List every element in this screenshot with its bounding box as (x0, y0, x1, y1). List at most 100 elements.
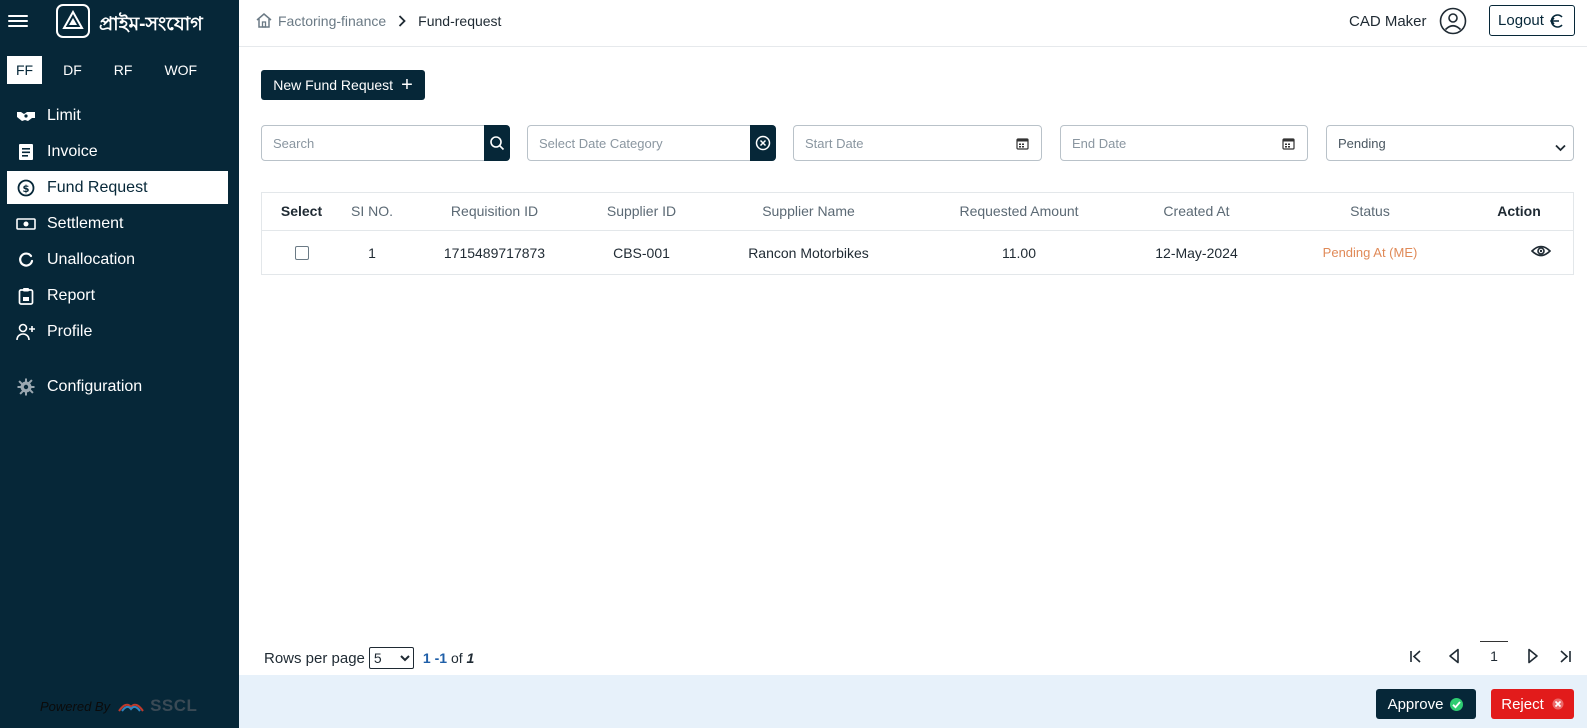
calendar-icon[interactable] (1282, 137, 1295, 155)
col-requested-amount: Requested Amount (920, 193, 1118, 231)
calendar-icon[interactable] (1016, 137, 1029, 155)
date-category-input[interactable] (528, 126, 750, 160)
cell-sl-no: 1 (368, 244, 376, 261)
sidebar-item-settlement[interactable]: Settlement (7, 207, 228, 240)
col-requisition-id: Requisition ID (403, 193, 586, 231)
table-header-row: Select SI NO. Requisition ID Supplier ID… (262, 193, 1573, 231)
table-row: 1 1715489717873 CBS-001 Rancon Motorbike… (262, 230, 1573, 275)
sidebar-item-label: Profile (47, 322, 93, 340)
sidebar-item-report[interactable]: Report (7, 279, 228, 312)
rows-per-page-select[interactable]: 5 (368, 647, 414, 669)
logout-icon (1549, 13, 1563, 28)
tab-df[interactable]: DF (54, 56, 91, 84)
clear-date-category-button[interactable] (750, 125, 776, 161)
app-logo-text: প্রাইম-সংযোগ (99, 14, 203, 35)
col-select: Select (262, 193, 341, 231)
hamburger-menu-icon[interactable] (8, 12, 28, 30)
search-button[interactable] (484, 125, 510, 161)
range-start: 1 (422, 650, 431, 666)
range-end: -1 (434, 650, 448, 666)
sidebar-item-label: Unallocation (47, 250, 136, 268)
cell-requested-amount: 11.00 (1002, 244, 1036, 261)
cash-icon (15, 214, 37, 234)
document-icon (15, 142, 37, 162)
check-badge-icon (1449, 697, 1464, 712)
sscl-logo-icon (118, 699, 144, 713)
logout-button[interactable]: Logout (1489, 5, 1575, 36)
new-fund-request-button[interactable]: New Fund Request + (261, 70, 425, 100)
top-bar: Factoring-finance Fund-request CAD Maker… (239, 0, 1587, 47)
col-supplier-id: Supplier ID (586, 193, 697, 231)
breadcrumb-root[interactable]: Factoring-finance (255, 12, 386, 29)
clipboard-icon (15, 286, 37, 306)
cell-status: Pending At (ME) (1322, 245, 1418, 261)
reject-label: Reject (1501, 695, 1544, 713)
powered-by-label: Powered By (40, 698, 111, 714)
sidebar-item-configuration[interactable]: Configuration (7, 370, 228, 403)
sidebar-item-unallocation[interactable]: Unallocation (7, 243, 228, 276)
approve-button[interactable]: Approve (1376, 689, 1476, 719)
sidebar-item-label: Fund Request (47, 178, 148, 196)
sidebar-item-label: Report (47, 286, 96, 304)
sidebar-item-profile[interactable]: Profile (7, 315, 228, 348)
money-circle-icon: $ (15, 178, 37, 198)
end-date-field (1060, 125, 1308, 161)
tab-ff[interactable]: FF (7, 56, 43, 84)
col-supplier-name: Supplier Name (697, 193, 920, 231)
first-page-icon[interactable] (1403, 641, 1427, 671)
sidebar-item-fund-request[interactable]: $ Fund Request (7, 171, 228, 204)
rows-per-page-label: Rows per page (264, 649, 365, 667)
status-select[interactable]: Pending (1327, 126, 1573, 160)
handshake-icon (15, 106, 37, 126)
current-page[interactable]: 1 (1480, 641, 1508, 669)
row-select-checkbox[interactable] (294, 246, 309, 261)
view-eye-icon[interactable] (1531, 244, 1551, 258)
app-root: প্রাইম-সংযোগ FF DF RF WOF Limit Invoice (0, 0, 1587, 728)
breadcrumb-root-label: Factoring-finance (278, 12, 387, 29)
circle-icon (15, 250, 37, 270)
search-icon (490, 136, 505, 151)
last-page-icon[interactable] (1553, 641, 1577, 671)
breadcrumb: Factoring-finance Fund-request (255, 12, 501, 29)
search-field (261, 125, 510, 161)
powered-brand: SSCL (150, 696, 198, 715)
close-badge-icon (1552, 698, 1564, 710)
status-filter: Pending (1326, 125, 1574, 161)
col-action: Action (1465, 193, 1573, 231)
sidebar-item-label: Limit (47, 106, 81, 124)
range-total: 1 (466, 650, 475, 666)
range-of-label: of (450, 650, 463, 666)
home-icon (255, 12, 273, 29)
start-date-input[interactable] (794, 126, 1004, 160)
tab-wof[interactable]: WOF (155, 56, 206, 84)
cell-supplier-id: CBS-001 (613, 244, 670, 261)
tab-rf[interactable]: RF (105, 56, 142, 84)
reject-button[interactable]: Reject (1491, 689, 1574, 719)
start-date-field (793, 125, 1042, 161)
cell-supplier-name: Rancon Motorbikes (748, 244, 869, 261)
previous-page-icon[interactable] (1442, 641, 1466, 671)
date-category-field (527, 125, 776, 161)
end-date-input[interactable] (1061, 126, 1271, 160)
chevron-right-icon (398, 14, 406, 27)
sidebar-item-invoice[interactable]: Invoice (7, 135, 228, 168)
clear-circle-icon (755, 135, 771, 151)
sidebar-item-label: Invoice (47, 142, 98, 160)
col-status: Status (1275, 193, 1465, 231)
sidebar-item-limit[interactable]: Limit (7, 99, 228, 132)
approve-label: Approve (1387, 695, 1444, 713)
next-page-icon[interactable] (1521, 641, 1545, 671)
sidebar-header: প্রাইম-সংযোগ (0, 0, 239, 44)
powered-by: Powered By SSCL (40, 696, 197, 716)
sidebar-item-label: Configuration (47, 377, 143, 395)
cell-requisition-id: 1715489717873 (443, 244, 546, 261)
search-input[interactable] (262, 126, 484, 160)
col-sl-no: SI NO. (341, 193, 403, 231)
page-range: 1 -1 of 1 (423, 650, 474, 666)
sidebar-item-label: Settlement (47, 214, 124, 232)
col-created-at: Created At (1118, 193, 1275, 231)
fund-request-table: Select SI NO. Requisition ID Supplier ID… (261, 192, 1574, 275)
svg-text:$: $ (23, 184, 30, 195)
user-avatar-icon[interactable] (1439, 7, 1467, 35)
logout-label: Logout (1498, 12, 1544, 29)
